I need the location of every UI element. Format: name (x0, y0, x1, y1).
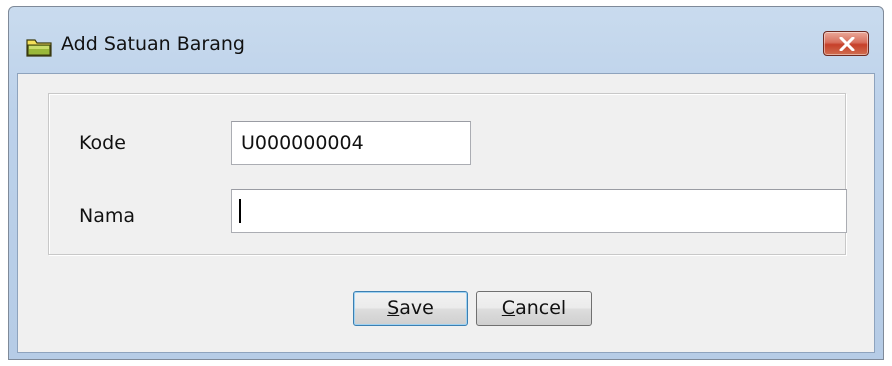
save-mnemonic: S (387, 297, 400, 319)
title-bar[interactable]: Add Satuan Barang (9, 7, 883, 73)
text-caret (239, 199, 241, 223)
dialog-client-area: Kode U000000004 Nama Save Cancel (17, 73, 875, 353)
nama-field[interactable] (231, 189, 847, 233)
cancel-mnemonic: C (501, 297, 516, 319)
window-title: Add Satuan Barang (61, 33, 245, 55)
folder-icon (26, 36, 53, 58)
form-groupbox: Kode U000000004 Nama (48, 93, 847, 255)
close-icon (839, 37, 855, 51)
cancel-button[interactable]: Cancel (476, 291, 592, 326)
kode-label: Kode (79, 132, 126, 154)
close-button[interactable] (823, 31, 869, 56)
cancel-label-rest: ancel (515, 297, 567, 319)
save-label-rest: ave (399, 297, 434, 319)
kode-value: U000000004 (241, 132, 364, 154)
dialog-window: Add Satuan Barang Kode U000000004 Nama S… (8, 6, 884, 360)
nama-label: Nama (79, 205, 136, 227)
save-button[interactable]: Save (353, 291, 468, 326)
kode-field[interactable]: U000000004 (231, 121, 471, 165)
